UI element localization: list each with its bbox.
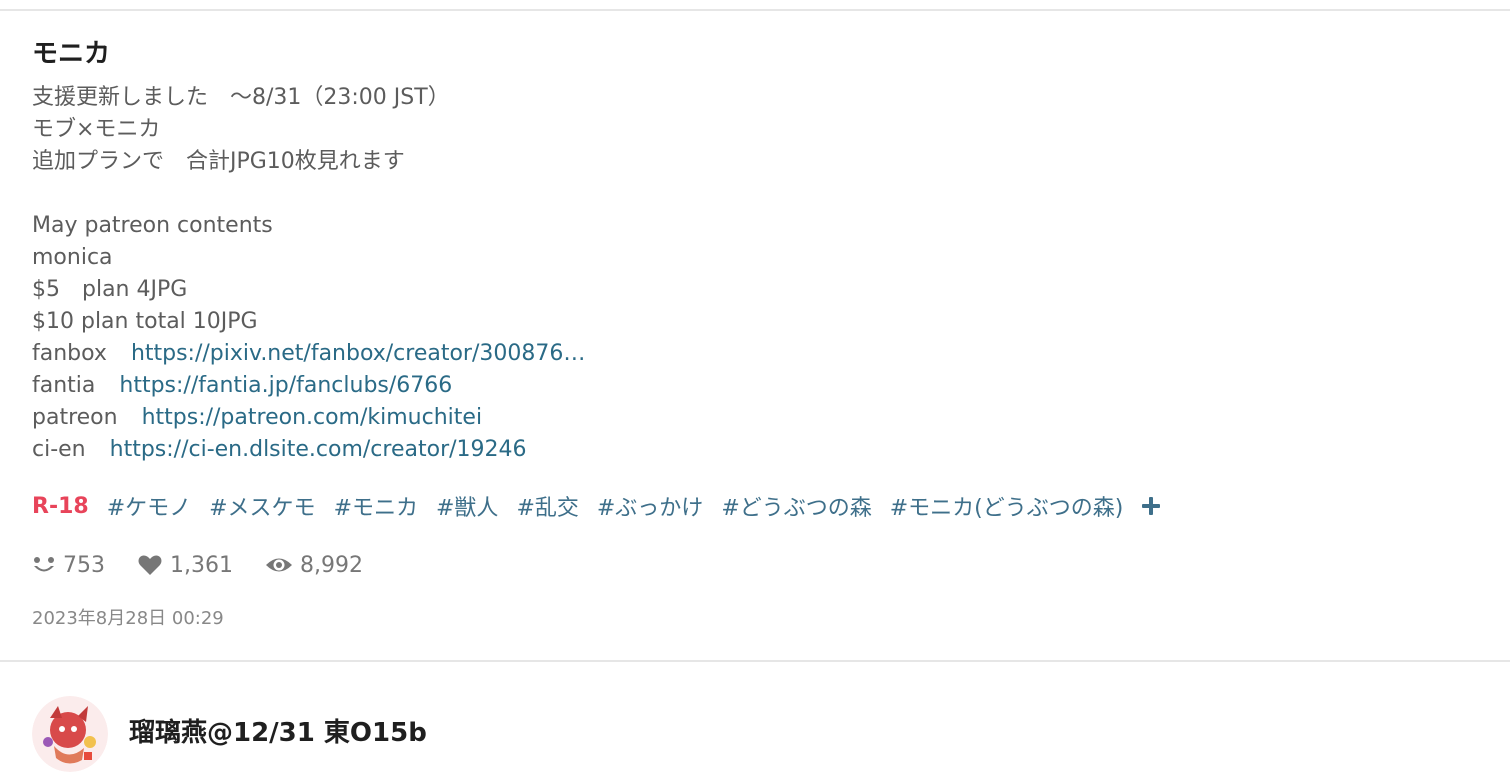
caption-link-row-ci-en: ci-en https://ci-en.dlsite.com/creator/19… [32, 434, 585, 466]
view-count: 8,992 [265, 553, 363, 578]
eye-icon [265, 558, 292, 572]
ci-en-link[interactable]: https://ci-en.dlsite.com/creator/19246 [110, 437, 527, 462]
caption-line: May patreon contents [32, 213, 273, 238]
view-count-value: 8,992 [299, 552, 363, 578]
caption-line: 追加プランで 合計JPG10枚見れます [32, 149, 405, 174]
link-label-fantia: fantia [32, 373, 96, 398]
link-label-patreon: patreon [32, 405, 118, 430]
section-divider [0, 660, 1510, 662]
fantia-link[interactable]: https://fantia.jp/fanclubs/6766 [119, 373, 452, 398]
tag-link[interactable]: #メスケモ [209, 490, 315, 522]
caption-line: 支援更新しました ～8/31（23:00 JST） [32, 85, 450, 110]
work-detail-page: モニカ 支援更新しました ～8/31（23:00 JST） モブ×モニカ 追加プ… [0, 0, 1510, 777]
caption-link-row-fanbox: fanbox https://pixiv.net/fanbox/creator/3… [32, 338, 585, 370]
tag-list: R-18 #ケモノ #メスケモ #モニカ #獣人 #乱交 #ぶっかけ #どうぶつ… [32, 489, 1163, 523]
plus-icon[interactable] [1139, 494, 1163, 518]
tag-link[interactable]: #乱交 [516, 490, 578, 522]
link-label-ci-en: ci-en [32, 437, 86, 462]
tag-link[interactable]: #ぶっかけ [597, 490, 703, 522]
like-count-value: 1,361 [170, 552, 233, 578]
fanbox-link[interactable]: https://pixiv.net/fanbox/creator/300876… [131, 341, 585, 366]
top-divider [0, 9, 1510, 11]
reaction-count: 753 [32, 553, 105, 578]
caption-link-row-fantia: fantia https://fantia.jp/fanclubs/6766 [32, 370, 585, 402]
rating-badge[interactable]: R-18 [32, 494, 89, 519]
tag-link[interactable]: #ケモノ [107, 490, 191, 522]
link-label-fanbox: fanbox [32, 341, 107, 366]
heart-icon [138, 555, 162, 575]
caption-line: $10 plan total 10JPG [32, 309, 258, 334]
author-name[interactable]: 瑠璃燕@12/31 東O15b [129, 714, 427, 752]
reaction-count-value: 753 [63, 552, 105, 578]
patreon-link[interactable]: https://patreon.com/kimuchitei [142, 405, 482, 430]
upload-date: 2023年8月28日 00:29 [32, 608, 224, 629]
caption-line: モブ×モニカ [32, 117, 161, 142]
smile-icon [34, 557, 54, 572]
work-title: モニカ [32, 39, 111, 69]
caption-line: $5 plan 4JPG [32, 277, 188, 302]
avatar[interactable] [32, 696, 108, 772]
tag-link[interactable]: #モニカ(どうぶつの森) [890, 490, 1124, 522]
tag-link[interactable]: #獣人 [436, 490, 498, 522]
work-caption: 支援更新しました ～8/31（23:00 JST） モブ×モニカ 追加プランで … [32, 82, 585, 466]
tag-link[interactable]: #どうぶつの森 [721, 490, 871, 522]
tag-link[interactable]: #モニカ [334, 490, 418, 522]
caption-line: monica [32, 245, 113, 270]
caption-link-row-patreon: patreon https://patreon.com/kimuchitei [32, 402, 585, 434]
work-stats: 753 1,361 8,992 [32, 548, 395, 582]
like-count: 1,361 [137, 553, 233, 578]
